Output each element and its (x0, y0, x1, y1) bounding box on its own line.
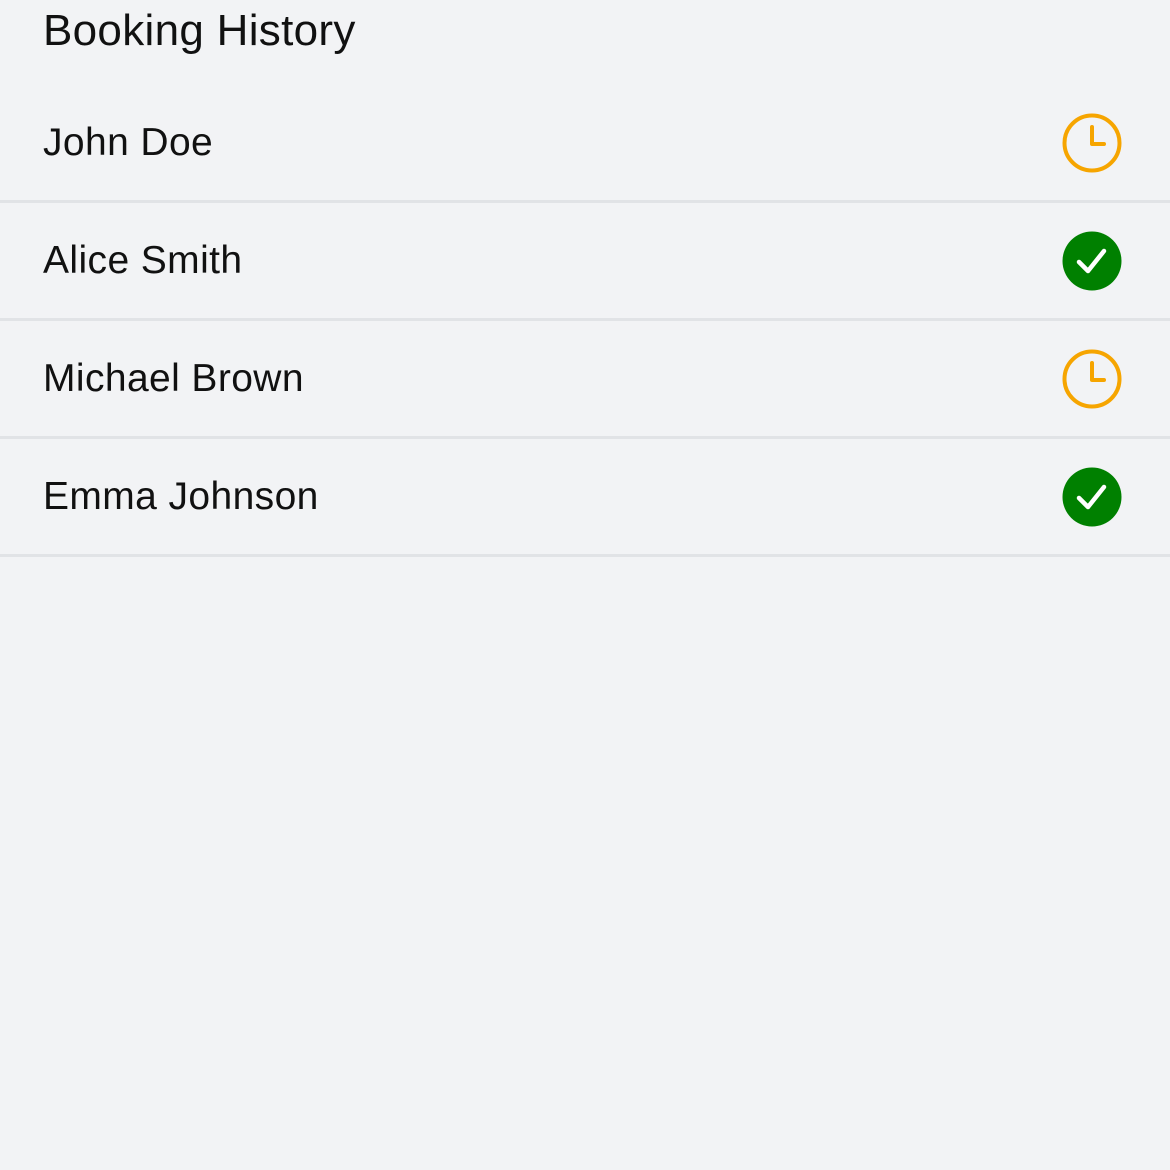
clock-icon (1062, 349, 1122, 409)
booking-row[interactable]: Michael Brown (0, 321, 1170, 439)
booking-name: John Doe (43, 121, 214, 164)
booking-row[interactable]: Alice Smith (0, 203, 1170, 321)
clock-icon-graphic (1062, 113, 1122, 173)
booking-name: Michael Brown (43, 357, 304, 400)
booking-history-screen: Booking History John Doe Alice Smith Mic… (0, 0, 1170, 1170)
booking-list: John Doe Alice Smith Michael Brown Emma … (0, 85, 1170, 557)
clock-icon-graphic (1062, 349, 1122, 409)
booking-row[interactable]: John Doe (0, 85, 1170, 203)
checkmark-circle-icon-graphic (1062, 467, 1122, 527)
checkmark-circle-icon (1062, 231, 1122, 291)
booking-name: Emma Johnson (43, 475, 319, 518)
checkmark-circle-icon (1062, 467, 1122, 527)
page-title: Booking History (43, 6, 356, 55)
booking-name: Alice Smith (43, 239, 243, 282)
checkmark-circle-icon-graphic (1062, 231, 1122, 291)
clock-icon (1062, 113, 1122, 173)
booking-row[interactable]: Emma Johnson (0, 439, 1170, 557)
